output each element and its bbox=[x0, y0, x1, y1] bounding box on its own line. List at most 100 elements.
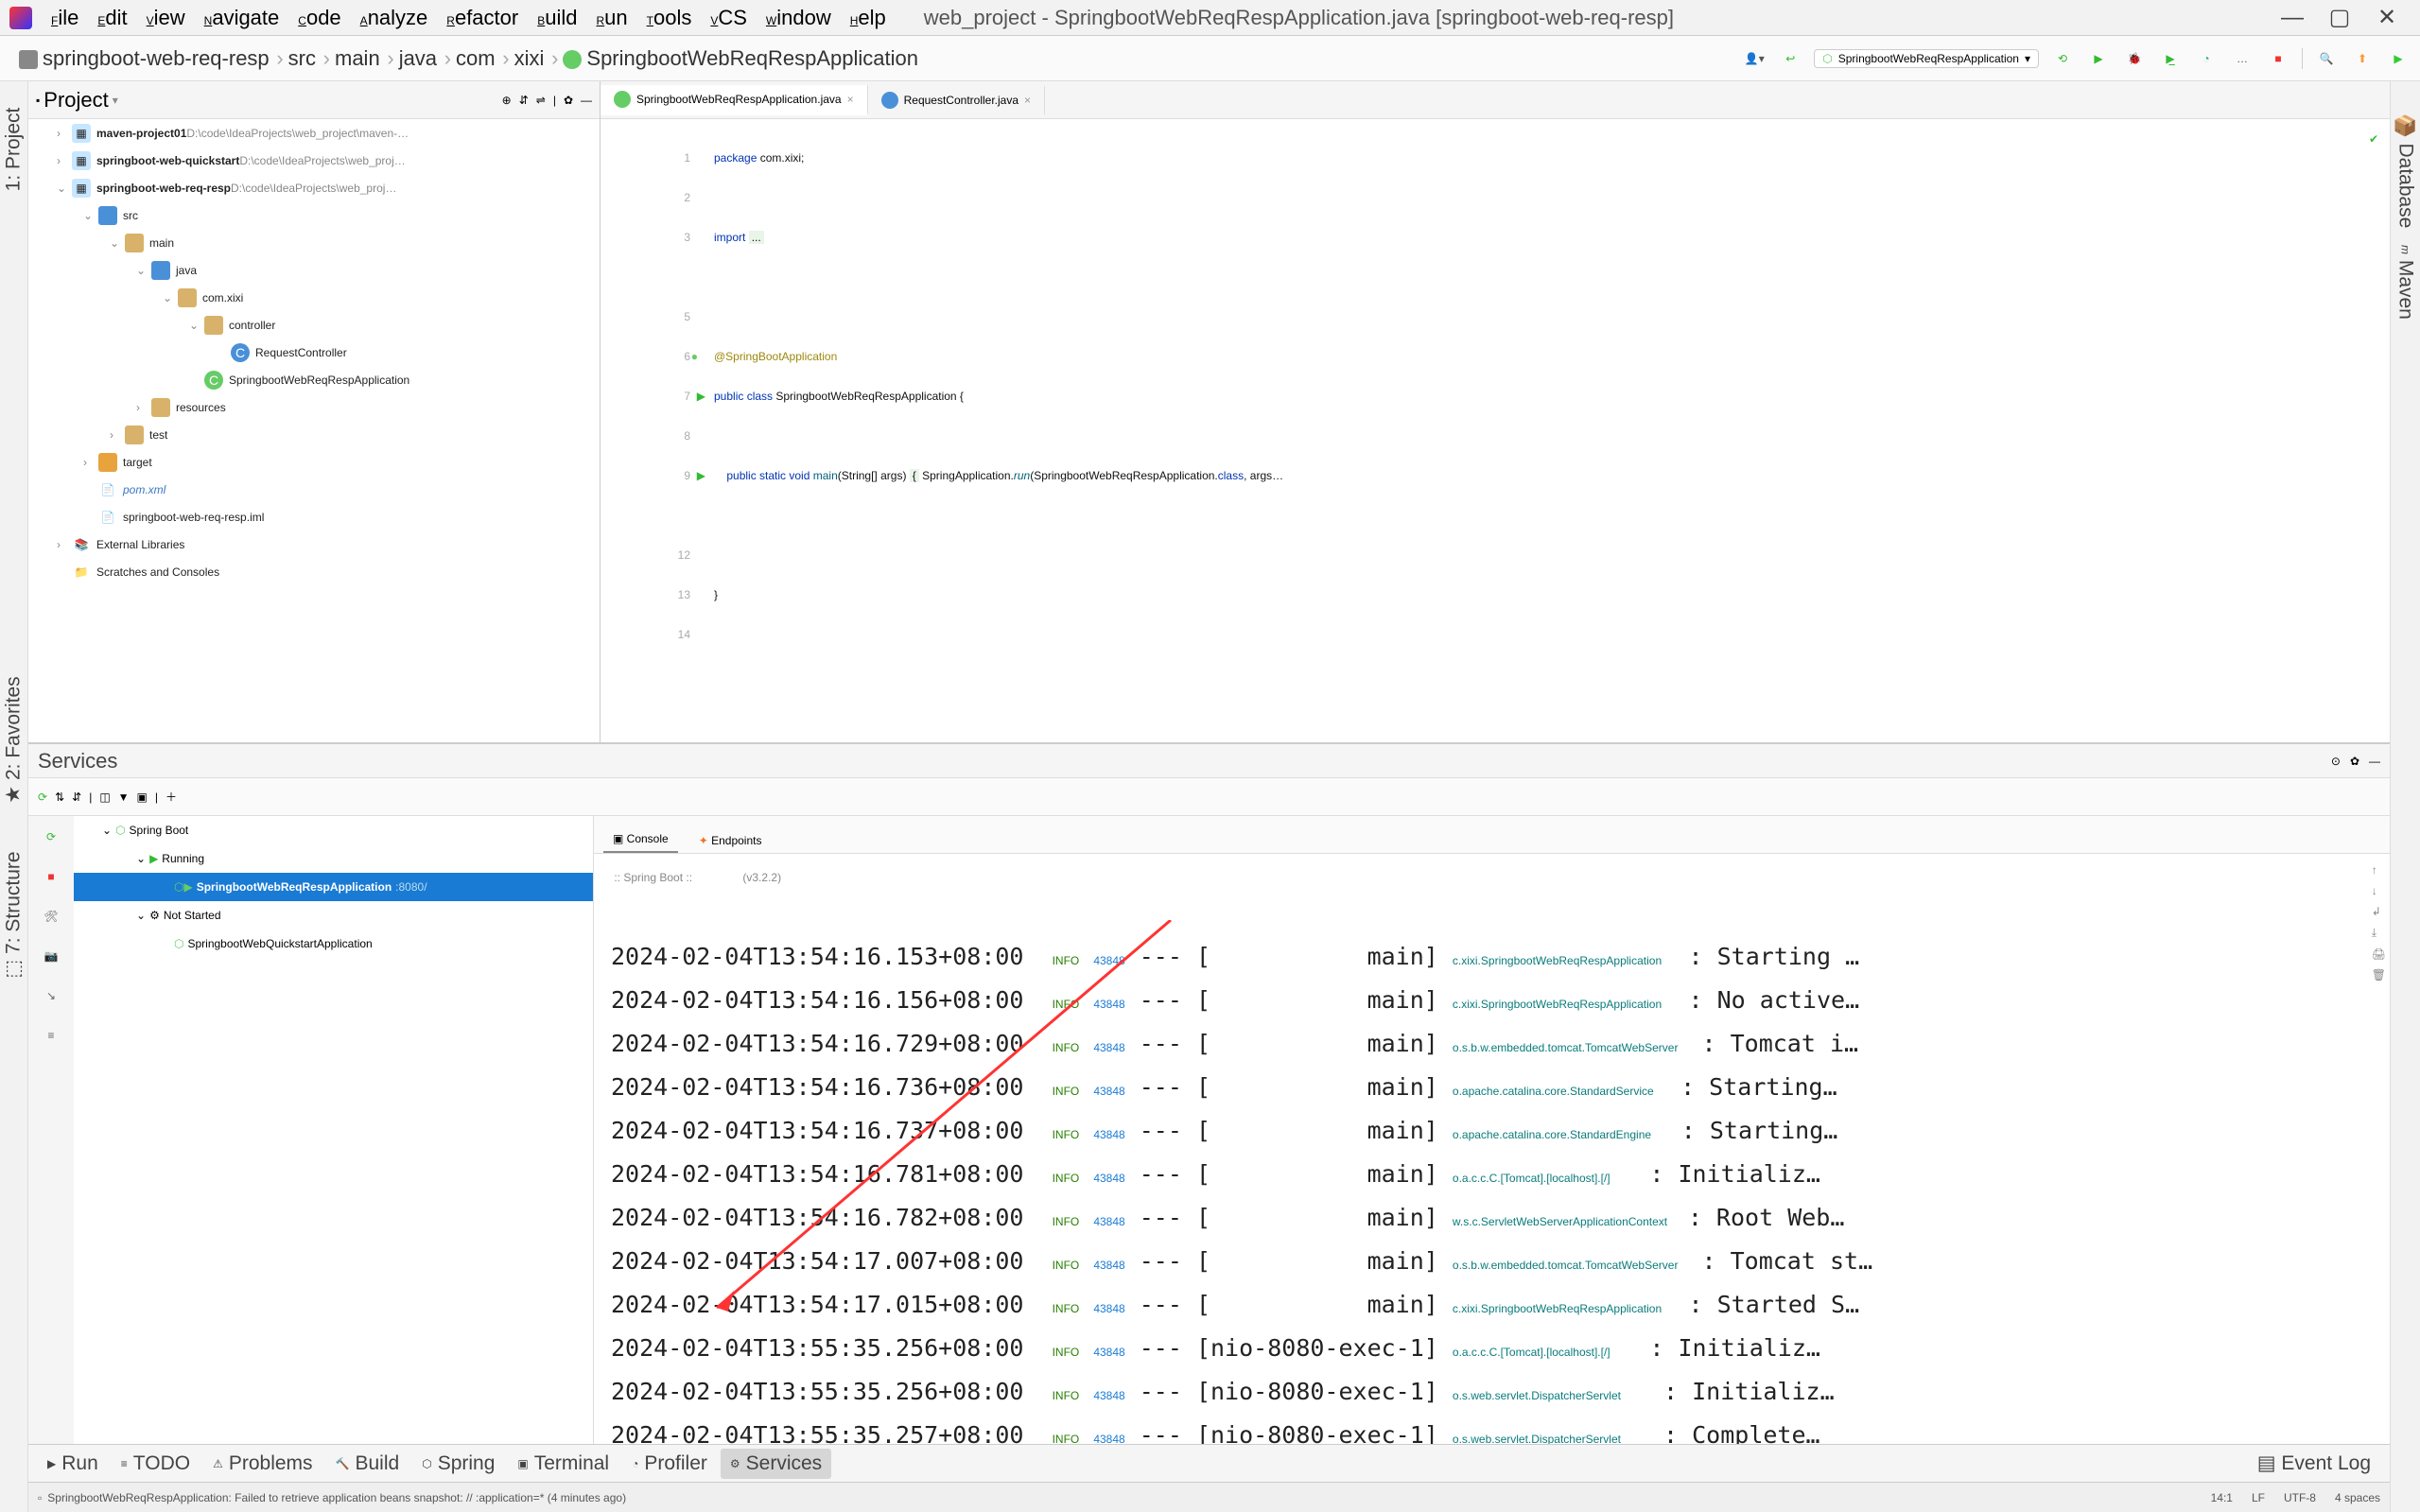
svc-node-4[interactable]: ⬡ SpringbootWebQuickstartApplication bbox=[74, 930, 593, 958]
crumb-5[interactable]: xixi bbox=[505, 43, 554, 74]
svc-node-2[interactable]: ⬡▶ SpringbootWebReqRespApplication :8080… bbox=[74, 873, 593, 901]
tab-SpringbootWebReqRespApplication.java[interactable]: SpringbootWebReqRespApplication.java× bbox=[601, 85, 868, 115]
menu-run[interactable]: Run bbox=[586, 6, 636, 30]
svc-run-icon[interactable]: ⟳ bbox=[38, 824, 64, 850]
maximize-button[interactable]: ▢ bbox=[2330, 9, 2349, 27]
settings-icon[interactable]: ✿ bbox=[564, 94, 573, 107]
scroll-down-icon[interactable]: ↓ bbox=[2372, 884, 2386, 897]
bottom-tab-terminal[interactable]: ▣Terminal bbox=[508, 1449, 618, 1479]
bottom-tab-spring[interactable]: ⬡Spring bbox=[412, 1449, 504, 1479]
menu-file[interactable]: File bbox=[42, 6, 88, 30]
run-icon[interactable]: ▶ bbox=[2086, 46, 2111, 71]
event-log-tab[interactable]: ▤ Event Log bbox=[2248, 1448, 2380, 1479]
menu-code[interactable]: Code bbox=[288, 6, 350, 30]
menu-navigate[interactable]: Navigate bbox=[195, 6, 289, 30]
rerun-icon[interactable]: ⟲ bbox=[2050, 46, 2075, 71]
status-14:1[interactable]: 14:1 bbox=[2211, 1491, 2233, 1504]
tree-node-5[interactable]: ⌄java bbox=[28, 256, 600, 284]
tree-node-8[interactable]: CRequestController bbox=[28, 339, 600, 366]
menu-vcs[interactable]: VCS bbox=[701, 6, 757, 30]
status-4 spaces[interactable]: 4 spaces bbox=[2335, 1491, 2380, 1504]
scroll-up-icon[interactable]: ↑ bbox=[2372, 863, 2386, 877]
svc-rerun-icon[interactable]: ⟳ bbox=[38, 791, 47, 804]
bottom-tab-build[interactable]: 🔨Build bbox=[326, 1449, 409, 1479]
menu-tools[interactable]: Tools bbox=[637, 6, 702, 30]
bottom-tab-run[interactable]: ▶Run bbox=[38, 1449, 108, 1479]
menu-edit[interactable]: Edit bbox=[88, 6, 136, 30]
menu-help[interactable]: Help bbox=[841, 6, 896, 30]
collapse-icon[interactable]: ⇌ bbox=[536, 94, 546, 107]
tree-node-2[interactable]: ⌄▦springboot-web-req-resp D:\code\IdeaPr… bbox=[28, 174, 600, 201]
svc-node-0[interactable]: ⌄⬡ Spring Boot bbox=[74, 816, 593, 844]
svc-filter-icon[interactable]: ⇅ bbox=[55, 791, 64, 804]
svc-gear-icon[interactable]: ✿ bbox=[2350, 755, 2359, 768]
crumb-6[interactable]: SpringbootWebReqRespApplication bbox=[553, 43, 928, 74]
menu-view[interactable]: View bbox=[137, 6, 195, 30]
tab-RequestController.java[interactable]: RequestController.java× bbox=[868, 86, 1045, 114]
tree-node-3[interactable]: ⌄src bbox=[28, 201, 600, 229]
bottom-tab-problems[interactable]: ⚠Problems bbox=[203, 1449, 322, 1479]
tree-node-15[interactable]: ›📚External Libraries bbox=[28, 530, 600, 558]
tree-node-14[interactable]: 📄springboot-web-req-resp.iml bbox=[28, 503, 600, 530]
tree-node-16[interactable]: 📁Scratches and Consoles bbox=[28, 558, 600, 585]
search-icon[interactable]: 🔍 bbox=[2314, 46, 2339, 71]
coverage-icon[interactable]: ▶̲ bbox=[2158, 46, 2183, 71]
bottom-tab-services[interactable]: ⚙Services bbox=[721, 1449, 831, 1479]
print-icon[interactable]: 🖨 bbox=[2372, 947, 2386, 961]
bottom-tab-profiler[interactable]: ◔Profiler bbox=[622, 1449, 717, 1479]
crumb-1[interactable]: src bbox=[279, 43, 325, 74]
ide-icon[interactable]: ▶ bbox=[2386, 46, 2411, 71]
profile-icon[interactable]: ◔ bbox=[2194, 46, 2219, 71]
menu-build[interactable]: Build bbox=[528, 6, 586, 30]
svc-funnel-icon[interactable]: ▼ bbox=[118, 791, 130, 804]
endpoints-tab[interactable]: ✦ Endpoints bbox=[689, 828, 772, 853]
code-editor[interactable]: package com.xixi; import ... @SpringBoot… bbox=[700, 119, 2369, 742]
menu-refactor[interactable]: Refactor bbox=[437, 6, 528, 30]
trash-icon[interactable]: 🗑 bbox=[2372, 968, 2386, 982]
svc-arrow-icon[interactable]: ↘ bbox=[38, 982, 64, 1009]
rail-database-tab[interactable]: 📦 Database bbox=[2391, 110, 2420, 232]
crumb-4[interactable]: com bbox=[446, 43, 505, 74]
tree-node-4[interactable]: ⌄main bbox=[28, 229, 600, 256]
rail-maven-tab[interactable]: m Maven bbox=[2391, 241, 2420, 323]
rail-favorites-tab[interactable]: ★ 2: Favorites bbox=[2, 676, 26, 803]
console-output[interactable]: :: Spring Boot :: (v3.2.2) 2024-02-04T13… bbox=[594, 854, 2390, 1444]
menu-window[interactable]: Window bbox=[757, 6, 841, 30]
minimize-button[interactable]: — bbox=[2283, 9, 2302, 27]
locate-icon[interactable]: ⊕ bbox=[502, 94, 512, 107]
svc-tool1-icon[interactable]: 🛠 bbox=[38, 903, 64, 930]
crumb-2[interactable]: main bbox=[325, 43, 390, 74]
svc-lines-icon[interactable]: ≡ bbox=[38, 1022, 64, 1049]
tree-node-6[interactable]: ⌄com.xixi bbox=[28, 284, 600, 311]
hide-icon[interactable]: — bbox=[581, 94, 592, 107]
svc-stop-btn[interactable]: ■ bbox=[38, 863, 64, 890]
svc-camera-icon[interactable]: 📷 bbox=[38, 943, 64, 969]
status-LF[interactable]: LF bbox=[2252, 1491, 2265, 1504]
menu-analyze[interactable]: Analyze bbox=[351, 6, 438, 30]
tree-node-12[interactable]: ›target bbox=[28, 448, 600, 476]
attach-icon[interactable]: … bbox=[2230, 46, 2255, 71]
svc-filter2-icon[interactable]: ⇵ bbox=[72, 791, 81, 804]
tree-node-11[interactable]: ›test bbox=[28, 421, 600, 448]
inspection-icon[interactable]: ✔ bbox=[2369, 119, 2390, 742]
svc-node-1[interactable]: ⌄▶ Running bbox=[74, 844, 593, 873]
svc-hide-icon[interactable]: — bbox=[2369, 755, 2380, 768]
tree-node-13[interactable]: 📄pom.xml bbox=[28, 476, 600, 503]
scroll-end-icon[interactable]: ⤓ bbox=[2372, 926, 2386, 940]
crumb-0[interactable]: springboot-web-req-resp bbox=[9, 43, 279, 74]
tree-node-7[interactable]: ⌄controller bbox=[28, 311, 600, 339]
svc-layout-icon[interactable]: ▣ bbox=[137, 791, 148, 804]
services-tree[interactable]: ⌄⬡ Spring Boot⌄▶ Running⬡▶ SpringbootWeb… bbox=[74, 816, 594, 1444]
rail-structure-tab[interactable]: ⬚ 7: Structure bbox=[2, 851, 26, 978]
svc-add-icon[interactable]: ＋ bbox=[165, 789, 177, 805]
tree-node-0[interactable]: ›▦maven-project01 D:\code\IdeaProjects\w… bbox=[28, 119, 600, 147]
svc-tree-icon[interactable]: ◫ bbox=[99, 791, 110, 804]
tree-node-10[interactable]: ›resources bbox=[28, 393, 600, 421]
svc-settings-icon[interactable]: ⊙ bbox=[2331, 755, 2341, 768]
console-tab[interactable]: ▣ Console bbox=[603, 826, 678, 853]
stop-icon[interactable]: ■ bbox=[2266, 46, 2290, 71]
project-tree[interactable]: ›▦maven-project01 D:\code\IdeaProjects\w… bbox=[28, 119, 600, 742]
close-button[interactable]: ✕ bbox=[2377, 9, 2396, 27]
rail-project-tab[interactable]: 1: Project bbox=[3, 108, 26, 192]
update-icon[interactable]: ⬆ bbox=[2350, 46, 2375, 71]
